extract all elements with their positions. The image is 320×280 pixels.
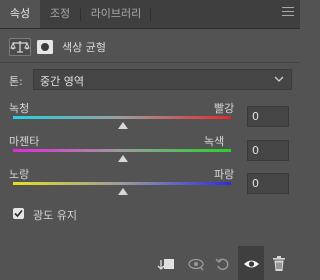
cyan-red-track[interactable] — [13, 116, 231, 119]
visibility-eye-icon[interactable] — [243, 256, 259, 272]
preserve-luminosity-checkbox[interactable] — [13, 208, 24, 219]
blue-label: 파랑 — [214, 168, 235, 181]
yellow-blue-slider-thumb[interactable] — [118, 188, 128, 195]
yellow-label: 노랑 — [9, 168, 30, 181]
chevron-down-icon — [274, 73, 284, 85]
magenta-green-value-input[interactable]: 0 — [247, 140, 289, 161]
green-label: 녹색 — [204, 135, 225, 148]
tab-libraries[interactable]: 라이브러리 — [82, 0, 150, 28]
view-previous-state-icon[interactable] — [187, 256, 204, 272]
tab-adjustments[interactable]: 조정 — [41, 0, 79, 28]
tone-value: 중간 영역 — [40, 75, 84, 88]
tab-properties[interactable]: 속성 — [0, 0, 40, 28]
tab-separator — [150, 8, 151, 21]
panel-menu-icon[interactable] — [282, 7, 294, 19]
reset-icon[interactable] — [215, 256, 231, 272]
balance-scale-icon — [9, 38, 31, 56]
divider — [0, 62, 300, 63]
clip-to-layer-icon[interactable] — [157, 256, 174, 272]
cyan-red-slider-thumb[interactable] — [118, 122, 128, 129]
tab-separator — [80, 8, 81, 21]
bottom-toolbar — [0, 246, 300, 280]
layer-mask-icon[interactable] — [37, 40, 53, 54]
magenta-label: 마젠타 — [9, 135, 40, 148]
magenta-green-slider-thumb[interactable] — [118, 155, 128, 162]
adjustment-title: 색상 균형 — [62, 41, 106, 54]
tab-bar: 속성 조정 라이브러리 — [0, 0, 300, 29]
yellow-blue-track[interactable] — [13, 182, 231, 185]
delete-trash-icon[interactable] — [272, 256, 288, 272]
yellow-blue-value-input[interactable]: 0 — [247, 173, 289, 194]
magenta-green-track[interactable] — [13, 149, 231, 152]
cyan-red-value-input[interactable]: 0 — [247, 106, 289, 127]
red-label: 빨강 — [214, 102, 235, 115]
tone-label: 톤: — [9, 75, 23, 88]
properties-panel: 속성 조정 라이브러리 색상 균형 톤: 중간 영역 녹청 빨강 0 마젠타 녹… — [0, 0, 300, 280]
preserve-luminosity-label[interactable]: 광도 유지 — [33, 207, 77, 223]
tone-dropdown[interactable]: 중간 영역 — [33, 69, 292, 90]
cyan-label: 녹청 — [9, 102, 30, 115]
